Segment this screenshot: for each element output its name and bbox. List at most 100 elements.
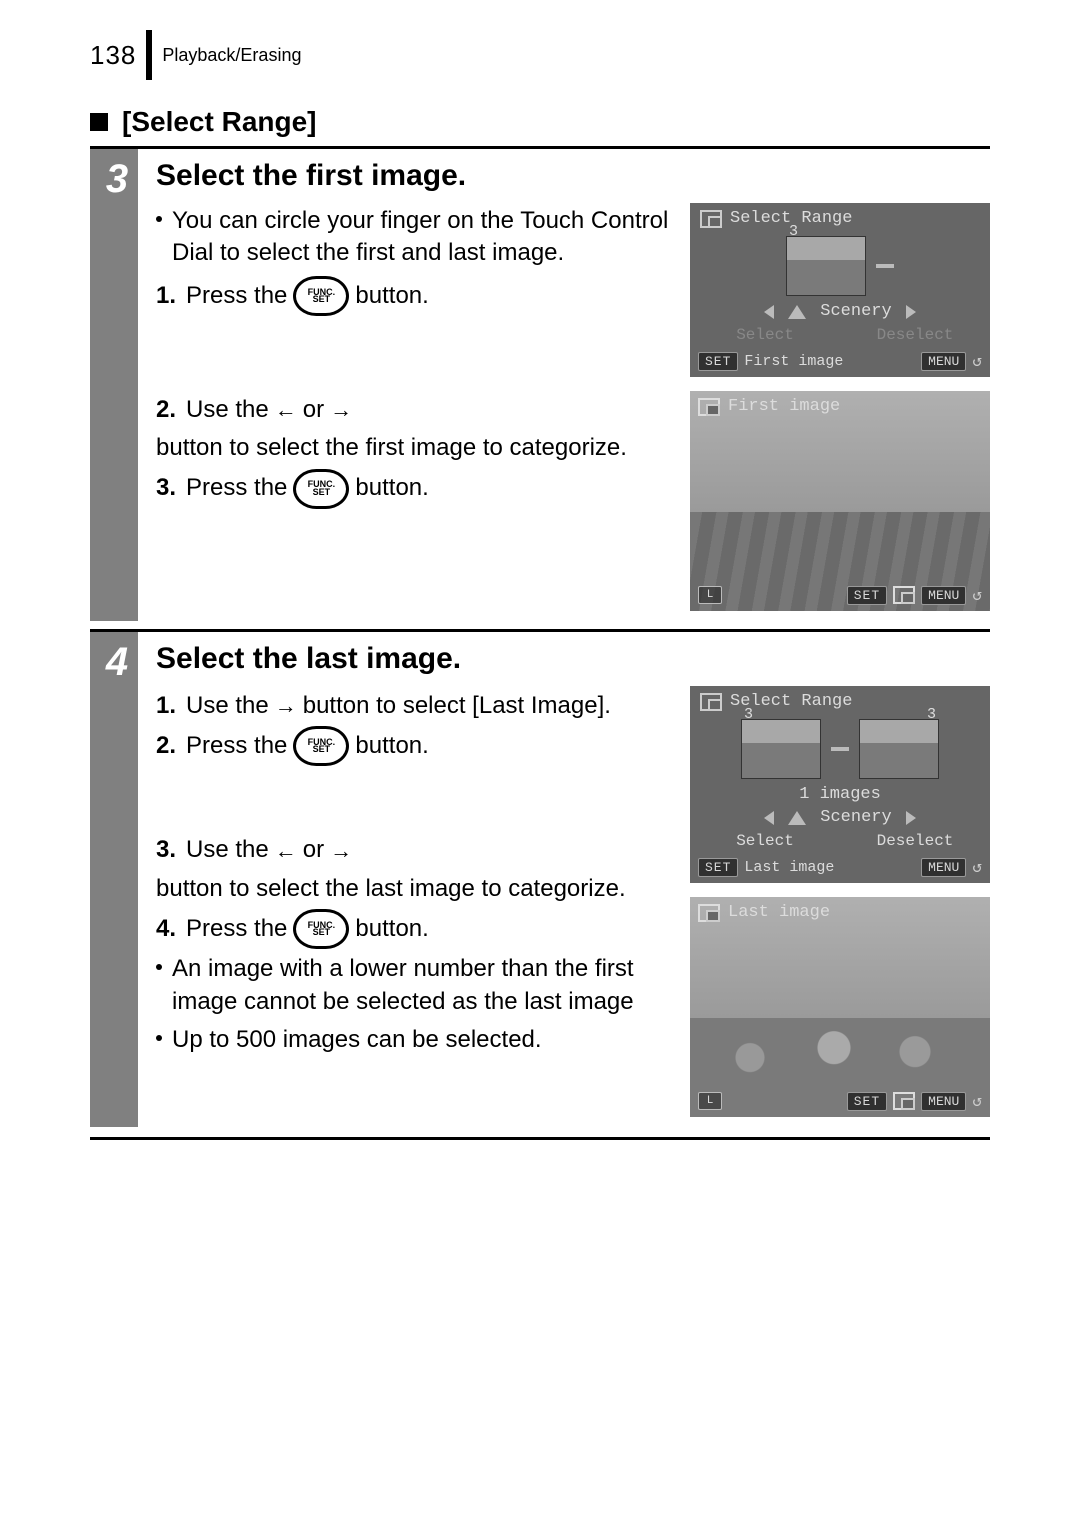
step-number-badge: 4	[96, 632, 138, 1127]
range-glyph-icon	[893, 1092, 915, 1110]
func-bot: SET	[313, 489, 331, 496]
func-set-button-icon: FUNC. SET	[293, 469, 349, 509]
bullet-dot-icon	[156, 216, 162, 222]
camera-screen-first-image: First image L SET MENU ↺	[690, 391, 990, 611]
select-label: Select	[690, 323, 840, 347]
camera-screen-last-image: Last image L SET MENU ↺	[690, 897, 990, 1117]
bullet-text: Up to 500 images can be selected.	[172, 1024, 542, 1056]
step-sub-number: 2.	[156, 730, 176, 762]
range-dash-icon	[831, 747, 849, 751]
step-sub-number: 4.	[156, 913, 176, 945]
arrow-left-icon: ←	[275, 836, 297, 866]
page-number: 138	[90, 40, 136, 71]
scenery-mountain-icon	[788, 305, 806, 319]
ordered-line-1: 1. Use the → button to select [Last Imag…	[156, 690, 670, 722]
func-bot: SET	[313, 929, 331, 936]
ordered-line-3: 3. Use the ← or → button to select the l…	[156, 834, 670, 905]
line-text: button.	[355, 730, 428, 762]
scenery-mountain-icon	[788, 811, 806, 825]
bullet-text: An image with a lower number than the fi…	[172, 953, 670, 1018]
line-text: Press the	[186, 280, 287, 312]
bullet-text: You can circle your finger on the Touch …	[172, 205, 670, 270]
thumbnail: 3	[786, 236, 866, 296]
camera-screen-select-range: Select Range 3 Scenery	[690, 203, 990, 377]
section-title-text: [Select Range]	[122, 106, 317, 138]
menu-tag: MENU	[921, 1092, 966, 1111]
func-bot: SET	[313, 746, 331, 753]
line-text: Use the	[186, 690, 269, 722]
deselect-label: Deselect	[840, 323, 990, 347]
undo-icon: ↺	[972, 585, 982, 605]
undo-icon: ↺	[972, 1091, 982, 1111]
step-number-badge: 3	[96, 149, 138, 621]
step-sub-number: 1.	[156, 280, 176, 312]
step-sub-number: 3.	[156, 472, 176, 504]
arrow-left-icon: ←	[275, 395, 297, 425]
set-tag: SET	[847, 586, 887, 605]
step-3: 3 Select the first image. You can circle…	[90, 149, 990, 621]
section-title: [Select Range]	[90, 106, 990, 138]
line-text: Use the	[186, 394, 269, 426]
bullet-dot-icon	[156, 1035, 162, 1041]
ordered-line-1: 1. Press the FUNC. SET button.	[156, 276, 670, 316]
set-tag: SET	[698, 352, 738, 371]
header-divider	[146, 30, 152, 80]
range-glyph-icon	[893, 586, 915, 604]
quality-icon: L	[698, 1092, 722, 1110]
screen-title: First image	[728, 397, 840, 416]
deselect-label: Deselect	[840, 829, 990, 853]
line-text: Press the	[186, 730, 287, 762]
step-sub-number: 3.	[156, 834, 176, 866]
menu-tag: MENU	[921, 858, 966, 877]
range-dash-icon	[876, 264, 894, 268]
ordered-line-4: 4. Press the FUNC. SET button.	[156, 909, 670, 949]
category-label: Scenery	[820, 302, 891, 321]
line-text: button to select the first image to cate…	[156, 432, 627, 464]
line-text: or	[303, 394, 324, 426]
func-bot: SET	[313, 296, 331, 303]
step-4-screens: Select Range 3 3 1 images	[690, 686, 990, 1117]
line-text: button.	[355, 913, 428, 945]
foot-label: Last image	[744, 859, 834, 876]
triangle-right-icon	[906, 811, 916, 825]
menu-tag: MENU	[921, 352, 966, 371]
line-text: Use the	[186, 834, 269, 866]
step-sub-number: 1.	[156, 690, 176, 722]
line-text: button.	[355, 280, 428, 312]
ordered-line-2: 2. Use the ← or → button to select the f…	[156, 394, 670, 465]
triangle-left-icon	[764, 811, 774, 825]
line-text: Press the	[186, 472, 287, 504]
step-3-text: You can circle your finger on the Touch …	[156, 203, 670, 513]
range-glyph-icon	[698, 904, 720, 922]
func-set-button-icon: FUNC. SET	[293, 726, 349, 766]
thumbnail: 3	[741, 719, 821, 779]
ordered-line-2: 2. Press the FUNC. SET button.	[156, 726, 670, 766]
screen-title: Last image	[728, 903, 830, 922]
set-tag: SET	[698, 858, 738, 877]
quality-icon: L	[698, 586, 722, 604]
arrow-right-icon: →	[275, 691, 297, 721]
step-sub-number: 2.	[156, 394, 176, 426]
func-set-button-icon: FUNC. SET	[293, 909, 349, 949]
step-4-text: 1. Use the → button to select [Last Imag…	[156, 686, 670, 1062]
camera-screen-select-range-last: Select Range 3 3 1 images	[690, 686, 990, 883]
bullet-item: You can circle your finger on the Touch …	[156, 205, 670, 270]
foot-label: First image	[744, 353, 843, 370]
func-set-button-icon: FUNC. SET	[293, 276, 349, 316]
bullet-dot-icon	[156, 964, 162, 970]
range-glyph-icon	[700, 693, 722, 711]
ordered-line-3: 3. Press the FUNC. SET button.	[156, 469, 670, 509]
line-text: Press the	[186, 913, 287, 945]
thumb-badge: 3	[789, 223, 798, 240]
triangle-left-icon	[764, 305, 774, 319]
end-separator	[90, 1137, 990, 1140]
line-text: button to select the last image to categ…	[156, 873, 626, 905]
bullet-item: Up to 500 images can be selected.	[156, 1024, 670, 1056]
range-glyph-icon	[700, 210, 722, 228]
line-text: button.	[355, 472, 428, 504]
step-4: 4 Select the last image. 1. Use the → bu…	[90, 632, 990, 1127]
arrow-right-icon: →	[330, 395, 352, 425]
count-label: 1 images	[799, 785, 881, 804]
thumb-badge: 3	[927, 706, 936, 723]
page-header: 138 Playback/Erasing	[90, 30, 990, 80]
